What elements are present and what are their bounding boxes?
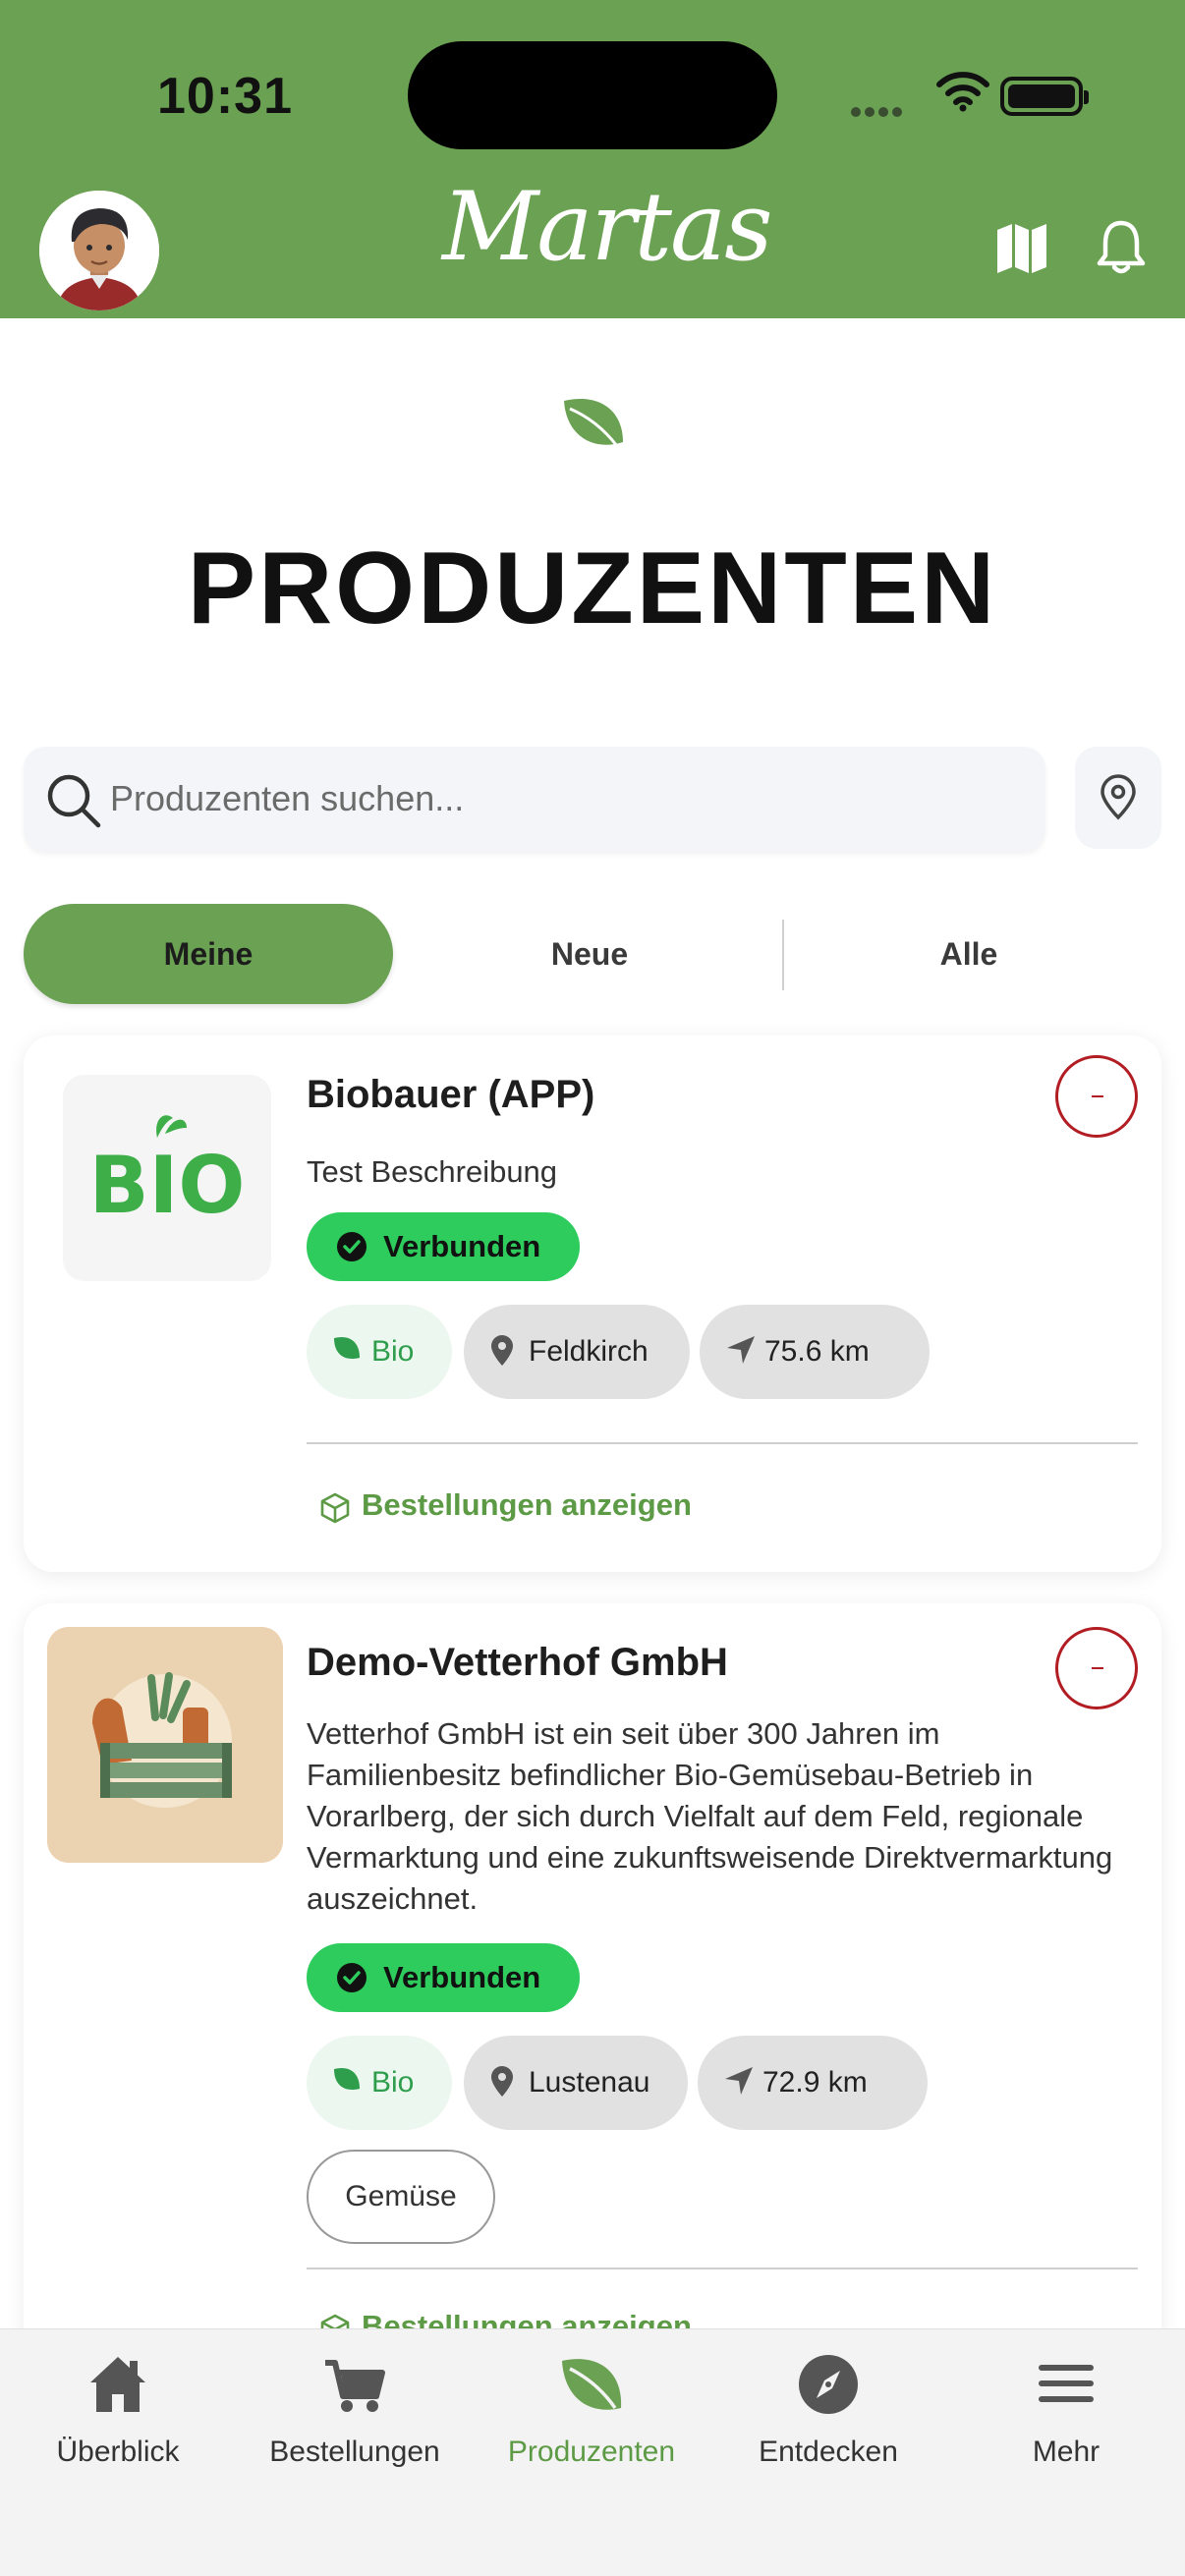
signal-icon (851, 104, 914, 117)
location-pin-icon (1100, 774, 1136, 820)
martas-logo: Martas (442, 172, 773, 282)
nav-item-orders[interactable]: Bestellungen (237, 2341, 473, 2479)
bio-label: Bio (371, 2066, 415, 2099)
nav-item-overview[interactable]: Überblick (0, 2341, 236, 2479)
home-icon (90, 2357, 145, 2412)
location-chip: Feldkirch (464, 1305, 690, 1399)
navigation-arrow-icon (727, 1336, 755, 1364)
location-filter-button[interactable] (1075, 747, 1161, 849)
bell-icon[interactable] (1095, 218, 1148, 277)
avatar-image (39, 191, 159, 310)
producer-logo (47, 1627, 283, 1863)
vegetable-crate-image (47, 1627, 283, 1863)
app-header: 10:31 Martas (0, 0, 1185, 318)
show-orders-link[interactable]: Bestellungen anzeigen (318, 1487, 692, 1524)
leaf-icon (562, 2359, 622, 2410)
check-circle-icon (337, 1963, 367, 1992)
nav-label: Überblick (56, 2436, 180, 2468)
wifi-icon (936, 72, 989, 112)
bottom-navigation: Überblick Bestellungen Produzenten Entde… (0, 2328, 1185, 2576)
show-orders-label: Bestellungen anzeigen (362, 1487, 692, 1522)
map-icon[interactable] (994, 222, 1049, 275)
location-chip: Lustenau (464, 2036, 688, 2130)
bio-logo-image: BIO (63, 1075, 271, 1281)
compass-icon (799, 2355, 858, 2414)
navigation-arrow-icon (725, 2067, 753, 2095)
nav-item-producers[interactable]: Produzenten (474, 2341, 709, 2479)
leaf-icon (334, 1336, 360, 1360)
distance-label: 75.6 km (764, 1335, 870, 1368)
leaf-icon (334, 2067, 360, 2091)
dynamic-island (408, 41, 777, 149)
distance-label: 72.9 km (762, 2066, 868, 2099)
nav-label: Mehr (1032, 2436, 1100, 2468)
search-input[interactable] (110, 766, 994, 831)
tab-divider (782, 920, 784, 990)
cart-icon (325, 2360, 385, 2412)
remove-producer-button[interactable] (1055, 1055, 1138, 1138)
bio-chip: Bio (307, 1305, 452, 1399)
nav-item-discover[interactable]: Entdecken (710, 2341, 946, 2479)
page-title: PRODUZENTEN (187, 532, 998, 645)
search-box[interactable] (24, 747, 1045, 851)
tab-meine[interactable]: Meine (24, 904, 393, 1004)
status-badge: Verbunden (307, 1212, 581, 1281)
status-time: 10:31 (157, 68, 293, 125)
tab-neue[interactable]: Neue (413, 904, 766, 1004)
package-icon (320, 1492, 350, 1524)
status-label: Verbunden (383, 1229, 541, 1263)
status-label: Verbunden (383, 1960, 541, 1994)
location-label: Lustenau (529, 2066, 650, 2099)
tab-alle[interactable]: Alle (796, 904, 1142, 1004)
bio-label: Bio (371, 1335, 415, 1368)
battery-icon (1000, 77, 1089, 116)
check-circle-icon (337, 1232, 367, 1261)
nav-label: Entdecken (759, 2436, 898, 2468)
status-icons (851, 69, 1185, 128)
remove-producer-button[interactable] (1055, 1627, 1138, 1709)
producer-card[interactable]: BIO Biobauer (APP) Test Beschreibung Ver… (24, 1036, 1161, 1572)
producer-logo: BIO (63, 1075, 271, 1281)
location-label: Feldkirch (529, 1335, 649, 1368)
distance-chip: 75.6 km (700, 1305, 930, 1399)
status-badge: Verbunden (307, 1943, 581, 2012)
card-divider (307, 2268, 1138, 2269)
menu-icon (1039, 2365, 1094, 2402)
producer-description: Test Beschreibung (307, 1154, 558, 1189)
nav-label: Produzenten (507, 2436, 676, 2468)
location-pin-icon (491, 1335, 513, 1366)
category-tag[interactable]: Gemüse (307, 2150, 495, 2244)
search-icon (47, 774, 101, 828)
nav-label: Bestellungen (269, 2436, 440, 2468)
producer-name[interactable]: Biobauer (APP) (307, 1073, 594, 1117)
leaf-icon (564, 398, 623, 447)
producer-name[interactable]: Demo-Vetterhof GmbH (307, 1641, 728, 1685)
card-divider (307, 1442, 1138, 1444)
bio-chip: Bio (307, 2036, 452, 2130)
location-pin-icon (491, 2066, 513, 2097)
svg-text:BIO: BIO (89, 1140, 246, 1231)
avatar[interactable] (39, 191, 159, 310)
producer-description: Vetterhof GmbH ist ein seit über 300 Jah… (307, 1716, 1113, 1916)
distance-chip: 72.9 km (698, 2036, 928, 2130)
nav-item-more[interactable]: Mehr (948, 2341, 1184, 2479)
